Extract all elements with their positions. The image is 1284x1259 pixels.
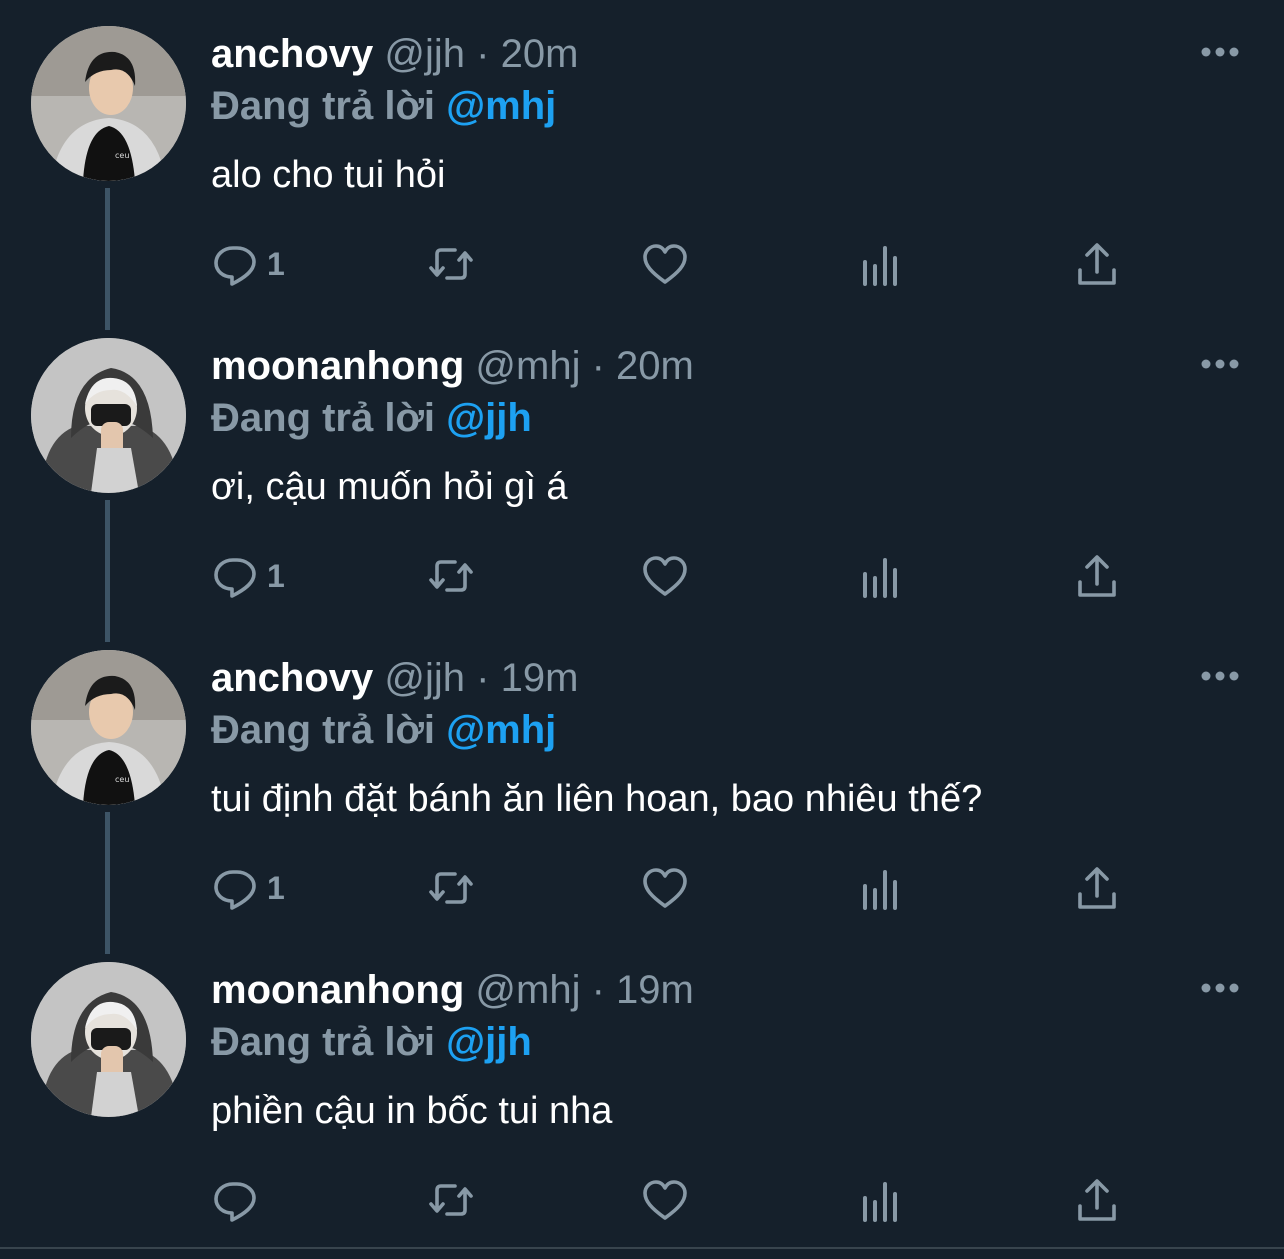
retweet-button[interactable] [427, 1172, 475, 1228]
timestamp[interactable]: 20m [501, 32, 579, 76]
user-handle[interactable]: @jjh [384, 656, 465, 700]
tweet-header: anchovy @jjh · 20m [211, 30, 578, 78]
avatar[interactable]: ceu [31, 26, 186, 181]
tweet[interactable]: moonanhong @mhj · 20m Đang trả lời @jjh … [0, 312, 1284, 624]
avatar[interactable] [31, 338, 186, 493]
replying-to-label: Đang trả lời [211, 396, 436, 440]
display-name[interactable]: moonanhong [211, 344, 464, 388]
analytics-button[interactable] [857, 548, 905, 604]
retweet-button[interactable] [427, 860, 475, 916]
share-button[interactable] [1073, 1172, 1121, 1228]
timestamp[interactable]: 20m [616, 344, 694, 388]
replying-to: Đang trả lời @mhj [211, 82, 556, 130]
tweet-actions [211, 1172, 1131, 1228]
tweet-actions: 1 [211, 860, 1131, 916]
replying-to: Đang trả lời @jjh [211, 394, 532, 442]
user-handle[interactable]: @jjh [384, 32, 465, 76]
analytics-button[interactable] [857, 236, 905, 292]
share-button[interactable] [1073, 860, 1121, 916]
display-name[interactable]: anchovy [211, 656, 373, 700]
user-handle[interactable]: @mhj [475, 968, 580, 1012]
replying-to-handle[interactable]: @mhj [446, 708, 556, 752]
retweet-icon [429, 872, 473, 904]
like-button[interactable] [641, 548, 689, 604]
reply-button[interactable]: 1 [211, 236, 285, 292]
svg-text:ceu: ceu [115, 775, 129, 784]
analytics-button[interactable] [857, 860, 905, 916]
tweet-header: moonanhong @mhj · 20m [211, 342, 694, 390]
reply-icon [214, 870, 256, 910]
tweet[interactable]: ceu anchovy @jjh · 20m Đang trả lời @mhj… [0, 0, 1284, 312]
retweet-icon [429, 560, 473, 592]
tweet-text: phiền cậu in bốc tui nha [211, 1090, 613, 1132]
replying-to: Đang trả lời @mhj [211, 706, 556, 754]
reply-count: 1 [267, 557, 285, 594]
reply-count: 1 [267, 869, 285, 906]
user-handle[interactable]: @mhj [475, 344, 580, 388]
more-icon[interactable] [1196, 346, 1244, 382]
replying-to-handle[interactable]: @jjh [446, 396, 532, 440]
separator-dot: · [591, 344, 605, 388]
replying-to-label: Đang trả lời [211, 1020, 436, 1064]
timestamp[interactable]: 19m [501, 656, 579, 700]
like-button[interactable] [641, 860, 689, 916]
tweet-actions: 1 [211, 548, 1131, 604]
analytics-icon [863, 246, 897, 286]
like-icon [643, 244, 687, 284]
share-icon [1078, 555, 1116, 597]
replying-to-handle[interactable]: @mhj [446, 84, 556, 128]
reply-button[interactable]: 1 [211, 860, 285, 916]
separator-dot: · [476, 32, 490, 76]
reply-button[interactable] [211, 1172, 267, 1228]
reply-icon [214, 1182, 256, 1222]
share-icon [1078, 243, 1116, 285]
tweet-thread: ceu anchovy @jjh · 20m Đang trả lời @mhj… [0, 0, 1284, 1259]
share-button[interactable] [1073, 236, 1121, 292]
more-icon[interactable] [1196, 34, 1244, 70]
avatar[interactable]: ceu [31, 650, 186, 805]
display-name[interactable]: moonanhong [211, 968, 464, 1012]
separator-dot: · [591, 968, 605, 1012]
tweet[interactable]: ceu anchovy @jjh · 19m Đang trả lời @mhj… [0, 624, 1284, 936]
more-icon[interactable] [1196, 970, 1244, 1006]
like-button[interactable] [641, 1172, 689, 1228]
like-icon [643, 1180, 687, 1220]
analytics-icon [863, 1182, 897, 1222]
analytics-button[interactable] [857, 1172, 905, 1228]
retweet-button[interactable] [427, 236, 475, 292]
tweet-text: tui định đặt bánh ăn liên hoan, bao nhiê… [211, 778, 983, 820]
share-icon [1078, 867, 1116, 909]
reply-count: 1 [267, 245, 285, 282]
like-button[interactable] [641, 236, 689, 292]
timestamp[interactable]: 19m [616, 968, 694, 1012]
share-icon [1078, 1179, 1116, 1221]
reply-icon [214, 558, 256, 598]
separator-dot: · [476, 656, 490, 700]
retweet-icon [429, 248, 473, 280]
tweet-header: moonanhong @mhj · 19m [211, 966, 694, 1014]
reply-icon [214, 246, 256, 286]
tweet-actions: 1 [211, 236, 1131, 292]
svg-text:ceu: ceu [115, 151, 129, 160]
tweet-header: anchovy @jjh · 19m [211, 654, 578, 702]
analytics-icon [863, 870, 897, 910]
share-button[interactable] [1073, 548, 1121, 604]
tweet-text: ơi, cậu muốn hỏi gì á [211, 466, 568, 508]
retweet-icon [429, 1184, 473, 1216]
tweet[interactable]: moonanhong @mhj · 19m Đang trả lời @jjh … [0, 936, 1284, 1248]
like-icon [643, 868, 687, 908]
replying-to-label: Đang trả lời [211, 708, 436, 752]
replying-to-label: Đang trả lời [211, 84, 436, 128]
retweet-button[interactable] [427, 548, 475, 604]
replying-to-handle[interactable]: @jjh [446, 1020, 532, 1064]
avatar[interactable] [31, 962, 186, 1117]
reply-button[interactable]: 1 [211, 548, 285, 604]
more-icon[interactable] [1196, 658, 1244, 694]
display-name[interactable]: anchovy [211, 32, 373, 76]
analytics-icon [863, 558, 897, 598]
tweet-text: alo cho tui hỏi [211, 154, 446, 196]
bottom-divider [0, 1247, 1284, 1249]
like-icon [643, 556, 687, 596]
replying-to: Đang trả lời @jjh [211, 1018, 532, 1066]
